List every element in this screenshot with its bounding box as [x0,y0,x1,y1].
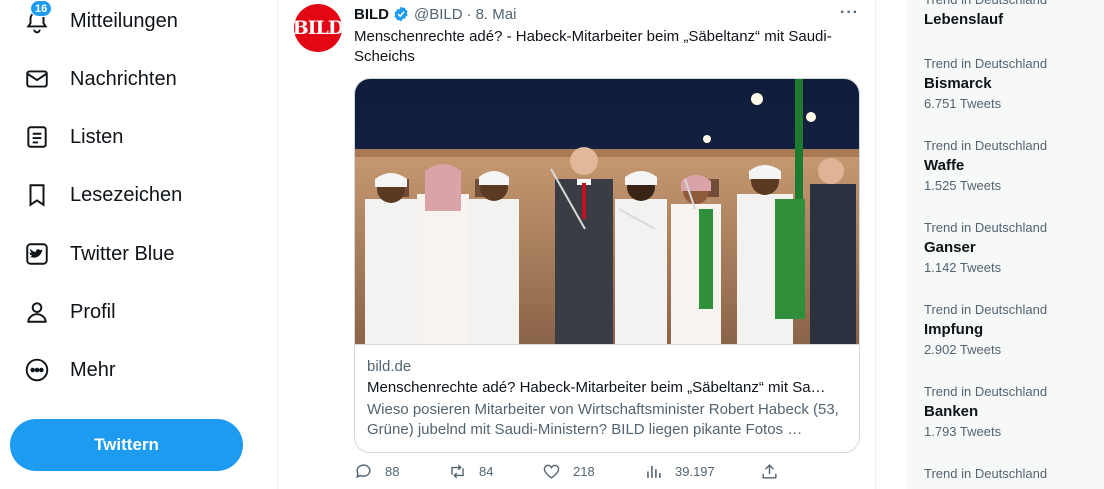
tweet-date[interactable]: 8. Mai [476,6,517,23]
card-domain: bild.de [367,358,412,375]
author-name[interactable]: BILD [354,6,389,23]
card-title: Menschenrechte adé? Habeck-Mitarbeiter b… [367,379,826,396]
more-options-icon[interactable]: ··· [840,4,859,22]
views-button[interactable]: 39.197 [644,462,715,481]
person-icon [24,299,50,325]
trend-name: Ganser [924,239,976,256]
views-count: 39.197 [675,464,715,479]
separator-dot: · [466,5,472,23]
trend-item[interactable]: Trend in Deutschland Ganser 1.142 Tweets [924,220,1099,276]
card-image [355,79,859,345]
nav-item-lists[interactable]: Listen [12,112,135,162]
list-icon [24,124,50,150]
bookmark-icon [24,182,50,208]
tweet-actions: 88 84 218 39.197 [354,462,794,488]
nav-label-notifications: Mitteilungen [70,9,178,32]
trend-count: 1.142 Tweets [924,260,1002,275]
nav-label-twitter-blue: Twitter Blue [70,242,175,265]
retweet-count: 84 [479,464,494,479]
trend-item[interactable]: Trend in Deutschland [924,466,1099,482]
trend-count: 1.525 Tweets [924,178,1002,193]
tweet-button[interactable]: Twittern [10,419,243,471]
trend-name: Impfung [924,321,984,338]
nav-label-more: Mehr [70,358,116,381]
trend-name: Waffe [924,157,965,174]
avatar[interactable]: BILD [294,4,342,52]
tweet-header: BILD @BILD · 8. Mai ··· [354,4,859,24]
heart-icon [543,464,560,479]
trend-name: Lebenslauf [924,11,1004,28]
trend-context: Trend in Deutschland [924,302,1048,317]
nav-label-profile: Profil [70,300,116,323]
trend-item[interactable]: Trend in Deutschland Bismarck 6.751 Twee… [924,56,1099,112]
link-card[interactable]: bild.de Menschenrechte adé? Habeck-Mitar… [354,78,860,453]
verified-badge-icon [394,6,408,22]
trend-item[interactable]: Trend in Deutschland Waffe 1.525 Tweets [924,138,1099,194]
more-circle-icon [24,357,50,383]
nav-item-more[interactable]: Mehr [12,345,128,395]
trend-item[interactable]: Trend in Deutschland Banken 1.793 Tweets [924,384,1099,440]
trends-panel: Trend in Deutschland Lebenslauf Trend in… [907,0,1104,489]
envelope-icon [24,66,50,92]
trend-item[interactable]: Trend in Deutschland Lebenslauf [924,0,1099,30]
reply-button[interactable]: 88 [354,462,399,481]
share-button[interactable] [760,462,779,481]
trend-count: 6.751 Tweets [924,96,1002,111]
reply-count: 88 [385,464,400,479]
twitter-blue-icon [24,241,50,267]
timeline: BILD BILD @BILD · 8. Mai ··· Menschenrec… [278,0,876,489]
views-chart-icon [647,465,661,478]
trend-count: 1.793 Tweets [924,424,1002,439]
left-navigation: 16 Mitteilungen Nachrichten Listen Lesez… [0,0,278,489]
notification-badge: 16 [30,0,53,17]
like-count: 218 [573,464,595,479]
author-handle[interactable]: @BILD [414,6,463,23]
share-icon [762,464,777,479]
nav-item-twitter-blue[interactable]: Twitter Blue [12,229,186,279]
trend-context: Trend in Deutschland [924,0,1099,8]
like-button[interactable]: 218 [542,462,595,481]
nav-item-bookmarks[interactable]: Lesezeichen [12,170,194,220]
trend-context: Trend in Deutschland [924,56,1048,71]
nav-label-bookmarks: Lesezeichen [70,183,183,206]
trend-name: Bismarck [924,75,992,92]
nav-item-notifications[interactable]: 16 Mitteilungen [12,0,190,46]
nav-label-messages: Nachrichten [70,67,177,90]
tweet-text: Menschenrechte adé? - Habeck-Mitarbeiter… [354,28,832,65]
nav-item-profile[interactable]: Profil [12,287,128,337]
nav-label-lists: Listen [70,125,124,148]
reply-icon [356,464,371,479]
bell-icon: 16 [24,0,53,34]
trend-context: Trend in Deutschland [924,220,1048,235]
retweet-button[interactable]: 84 [448,462,493,481]
trend-count: 2.902 Tweets [924,342,1002,357]
trend-context: Trend in Deutschland [924,466,1048,481]
retweet-icon [451,464,464,479]
avatar-logo-text: BILD [294,17,342,39]
trend-item[interactable]: Trend in Deutschland Impfung 2.902 Tweet… [924,302,1099,358]
trend-context: Trend in Deutschland [924,384,1048,399]
trend-name: Banken [924,403,979,420]
trend-context: Trend in Deutschland [924,138,1048,153]
card-description: Wieso posieren Mitarbeiter von Wirtschaf… [367,401,839,438]
nav-item-messages[interactable]: Nachrichten [12,54,189,104]
